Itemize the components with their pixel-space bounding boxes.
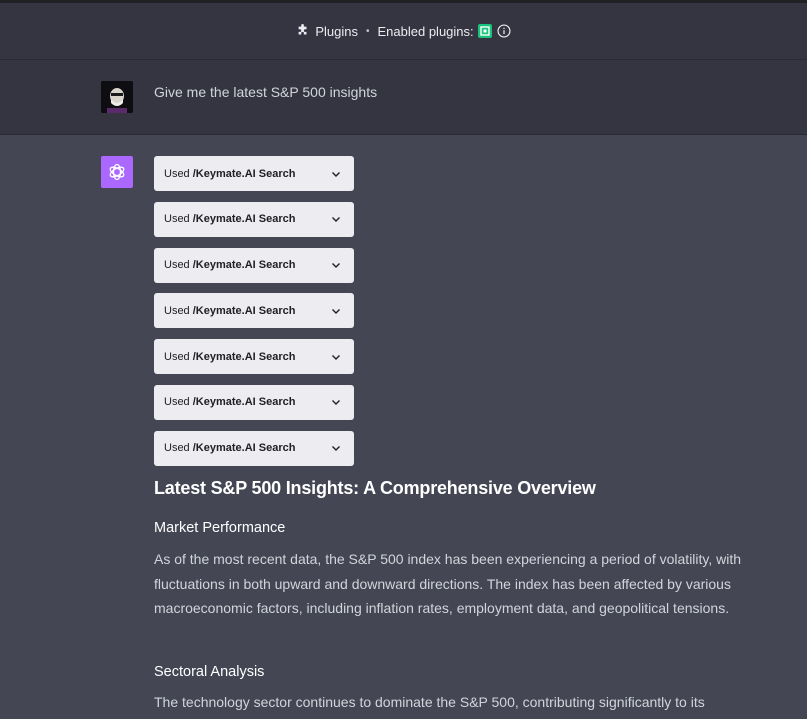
tool-call-toggle[interactable]: Used /Keymate.AI Search — [154, 201, 354, 237]
user-avatar — [101, 81, 133, 113]
response-title: Latest S&P 500 Insights: A Comprehensive… — [154, 478, 596, 498]
tool-call-toggle[interactable]: Used /Keymate.AI Search — [154, 156, 354, 191]
user-message: Give me the latest S&P 500 insights — [0, 60, 807, 135]
puzzle-piece-icon — [298, 24, 307, 35]
keymate-plugin-icon[interactable] — [477, 24, 492, 38]
tool-call-label: Used /Keymate.AI Search — [164, 259, 296, 272]
chevron-down-icon — [332, 263, 340, 269]
plugins-label: Plugins — [315, 23, 358, 39]
section-body-sectoral-analysis: The technology sector continues to domin… — [154, 694, 705, 710]
user-message-text: Give me the latest S&P 500 insights — [154, 84, 378, 100]
openai-logo-icon — [101, 156, 133, 188]
tool-call-label: Used /Keymate.AI Search — [164, 442, 296, 455]
section-heading-market-performance: Market Performance — [154, 520, 286, 536]
tool-call-label: Used /Keymate.AI Search — [164, 167, 296, 180]
section-body-market-performance: As of the most recent data, the S&P 500 … — [154, 551, 742, 617]
tool-call-toggle[interactable]: Used /Keymate.AI Search — [154, 293, 354, 329]
conversation-header: Plugins • Enabled plugins: — [0, 0, 807, 60]
chevron-down-icon — [332, 446, 340, 452]
tool-call-label: Used /Keymate.AI Search — [164, 213, 296, 226]
chevron-down-icon — [332, 217, 340, 223]
tool-call-label: Used /Keymate.AI Search — [164, 396, 296, 409]
chevron-down-icon — [332, 400, 340, 406]
info-icon[interactable] — [497, 24, 511, 38]
tool-call-toggle[interactable]: Used /Keymate.AI Search — [154, 247, 354, 283]
chevron-down-icon — [332, 354, 340, 360]
tool-call-label: Used /Keymate.AI Search — [164, 350, 296, 363]
tool-call-label: Used /Keymate.AI Search — [164, 304, 296, 317]
section-heading-sectoral-analysis: Sectoral Analysis — [154, 664, 265, 680]
tool-call-toggle[interactable]: Used /Keymate.AI Search — [154, 339, 354, 375]
plugin-tool-calls: Used /Keymate.AI Search Used /Keymate.AI… — [154, 156, 354, 477]
tool-call-toggle[interactable]: Used /Keymate.AI Search — [154, 384, 354, 420]
tool-call-toggle[interactable]: Used /Keymate.AI Search — [154, 430, 354, 466]
assistant-response: Latest S&P 500 Insights: A Comprehensive… — [154, 478, 744, 710]
enabled-plugins-label: Enabled plugins: — [377, 23, 474, 39]
chevron-down-icon — [332, 308, 340, 314]
header-separator: • — [365, 25, 370, 37]
chevron-down-icon — [332, 171, 340, 177]
